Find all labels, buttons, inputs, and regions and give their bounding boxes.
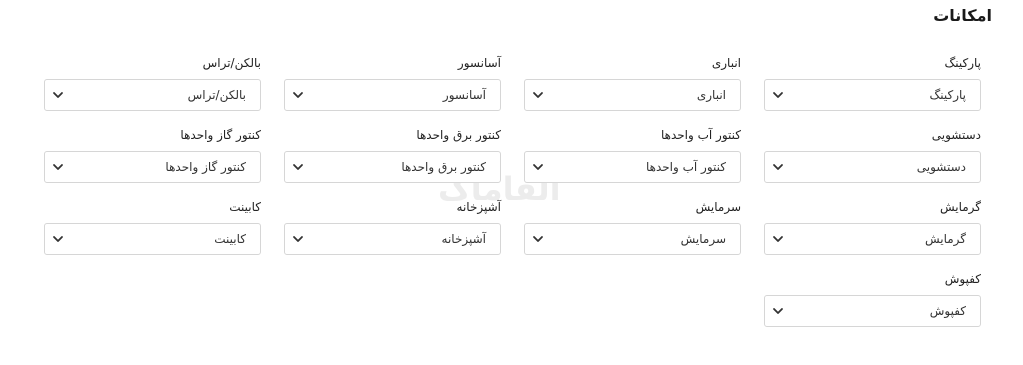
section-title: امکانات	[933, 6, 992, 25]
field-toilet: دستشویی دستشویی	[762, 126, 981, 198]
field-storage: انباری انباری	[522, 54, 741, 126]
chevron-down-icon	[293, 236, 303, 242]
select-value: انباری	[696, 88, 726, 102]
select-value: گرمایش	[924, 232, 966, 246]
field-label: پارکینگ	[944, 56, 982, 70]
cooling-select[interactable]: سرمایش	[524, 223, 741, 255]
select-value: کابینت	[214, 232, 246, 246]
chevron-down-icon	[53, 236, 63, 242]
select-value: دستشویی	[916, 160, 966, 174]
chevron-down-icon	[53, 164, 63, 170]
field-parking: پارکینگ پارکینگ	[762, 54, 981, 126]
chevron-down-icon	[293, 164, 303, 170]
field-water-meter: کنتور آب واحدها کنتور آب واحدها	[522, 126, 741, 198]
field-label: کابینت	[229, 200, 261, 214]
field-label: سرمایش	[695, 200, 741, 214]
chevron-down-icon	[773, 308, 783, 314]
field-label: انباری	[711, 56, 741, 70]
field-label: آشپزخانه	[456, 200, 501, 214]
field-elevator: آسانسور آسانسور	[282, 54, 501, 126]
field-label: گرمایش	[939, 200, 981, 214]
field-label: بالکن/تراس	[202, 56, 261, 70]
select-value: آسانسور	[442, 88, 486, 102]
kitchen-select[interactable]: آشپزخانه	[284, 223, 501, 255]
chevron-down-icon	[533, 164, 543, 170]
field-electricity-meter: کنتور برق واحدها کنتور برق واحدها	[282, 126, 501, 198]
chevron-down-icon	[533, 92, 543, 98]
chevron-down-icon	[773, 164, 783, 170]
field-balcony: بالکن/تراس بالکن/تراس	[42, 54, 261, 126]
chevron-down-icon	[53, 92, 63, 98]
field-label: کنتور آب واحدها	[660, 128, 741, 142]
select-value: کنتور گاز واحدها	[165, 160, 246, 174]
gas-meter-select[interactable]: کنتور گاز واحدها	[44, 151, 261, 183]
select-value: بالکن/تراس	[187, 88, 246, 102]
field-label: کفپوش	[944, 272, 981, 286]
parking-select[interactable]: پارکینگ	[764, 79, 981, 111]
field-cooling: سرمایش سرمایش	[522, 198, 741, 270]
flooring-select[interactable]: کفپوش	[764, 295, 981, 327]
field-kitchen: آشپزخانه آشپزخانه	[282, 198, 501, 270]
field-flooring: کفپوش کفپوش	[762, 270, 981, 342]
amenities-form-grid: پارکینگ پارکینگ انباری انباری آسانسور آس…	[41, 54, 981, 342]
heating-select[interactable]: گرمایش	[764, 223, 981, 255]
field-cabinet: کابینت کابینت	[42, 198, 261, 270]
field-label: آسانسور	[457, 56, 501, 70]
select-value: پارکینگ	[929, 88, 967, 102]
toilet-select[interactable]: دستشویی	[764, 151, 981, 183]
water-meter-select[interactable]: کنتور آب واحدها	[524, 151, 741, 183]
select-value: آشپزخانه	[441, 232, 486, 246]
field-label: دستشویی	[931, 128, 981, 142]
electricity-meter-select[interactable]: کنتور برق واحدها	[284, 151, 501, 183]
elevator-select[interactable]: آسانسور	[284, 79, 501, 111]
balcony-select[interactable]: بالکن/تراس	[44, 79, 261, 111]
select-value: کنتور برق واحدها	[401, 160, 486, 174]
field-label: کنتور برق واحدها	[416, 128, 501, 142]
select-value: کنتور آب واحدها	[645, 160, 726, 174]
select-value: سرمایش	[680, 232, 726, 246]
field-gas-meter: کنتور گاز واحدها کنتور گاز واحدها	[42, 126, 261, 198]
field-heating: گرمایش گرمایش	[762, 198, 981, 270]
chevron-down-icon	[773, 236, 783, 242]
select-value: کفپوش	[929, 304, 966, 318]
chevron-down-icon	[293, 92, 303, 98]
chevron-down-icon	[533, 236, 543, 242]
storage-select[interactable]: انباری	[524, 79, 741, 111]
field-label: کنتور گاز واحدها	[180, 128, 261, 142]
chevron-down-icon	[773, 92, 783, 98]
cabinet-select[interactable]: کابینت	[44, 223, 261, 255]
